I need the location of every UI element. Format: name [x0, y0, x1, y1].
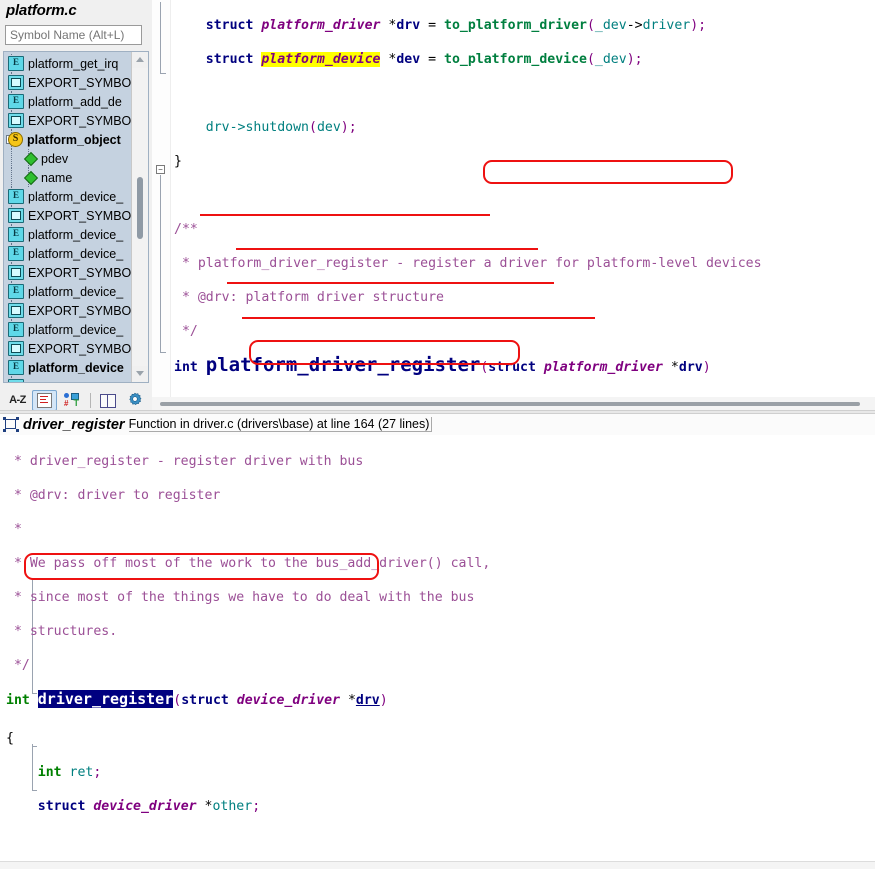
outline-list-button[interactable]: [32, 389, 57, 411]
editor-horizontal-scrollbar-upper[interactable]: [152, 397, 875, 410]
fold-bracket-2: [160, 175, 161, 353]
function-icon: E: [8, 322, 24, 337]
symbol-definition-icon: [3, 417, 19, 432]
symbol-kinds-icon: # T: [64, 393, 79, 408]
documentation-button[interactable]: [95, 390, 120, 411]
symbol-window-toolbar: A-Z # T: [0, 388, 157, 412]
tree-item[interactable]: EXPORT_SYMBO: [4, 339, 132, 358]
scroll-up-arrow-icon[interactable]: [132, 52, 148, 68]
scroll-down-arrow-icon[interactable]: [132, 366, 148, 382]
tree-item[interactable]: name: [4, 168, 132, 187]
tree-item-label: EXPORT_SYMBO: [28, 265, 132, 280]
tree-item[interactable]: EXPORT_SYMBO: [4, 263, 132, 282]
fold-bracket-foot-2: [160, 352, 166, 353]
tree-item-label: EXPORT_SYMBO: [28, 113, 132, 128]
sort-alphabetical-label: A-Z: [9, 394, 26, 406]
symbol-location-label: Function in driver.c (drivers\base) at l…: [128, 417, 433, 432]
tree-item[interactable]: Eplatform_device_: [4, 187, 132, 206]
toolbar-divider: [90, 392, 91, 408]
tree-item[interactable]: Eplatform_device_: [4, 244, 132, 263]
member-icon: [25, 172, 37, 184]
symbol-name-input[interactable]: [5, 25, 142, 45]
list-icon: [37, 392, 52, 408]
editor-gutter-upper: [152, 0, 171, 397]
tree-item-label: platform_device_: [28, 284, 124, 299]
function-icon: E: [8, 360, 24, 375]
tree-connector: [11, 168, 13, 187]
function-icon: E: [8, 227, 24, 242]
tree-item-label: EXPORT_SYMBO: [28, 303, 132, 318]
tree-item-label: pdev: [41, 151, 69, 166]
fold-toggle-function[interactable]: −: [156, 165, 165, 174]
function-icon: E: [8, 284, 24, 299]
export-symbol-icon: [8, 75, 24, 90]
member-icon: [25, 153, 37, 165]
code-text-lower: * driver_register - register driver with…: [6, 454, 491, 814]
tree-connector: [11, 149, 13, 168]
sort-alphabetical-button[interactable]: A-Z: [5, 390, 30, 411]
tree-item[interactable]: EXPORT_SYMBO: [4, 377, 132, 383]
symbol-info-bar: driver_register Function in driver.c (dr…: [0, 414, 875, 435]
function-icon: E: [8, 94, 24, 109]
function-icon: E: [8, 189, 24, 204]
tree-item-label: EXPORT_SYMBO: [28, 380, 131, 383]
top-pane: platform.c Eplatform_get_irq EXPORT_SYMBO…: [0, 0, 875, 412]
context-window-lower: driver_register Function in driver.c (dr…: [0, 414, 875, 869]
tree-item[interactable]: Eplatform_get_irq: [4, 54, 132, 73]
tree-item-label: platform_device_: [28, 189, 124, 204]
function-icon: E: [8, 56, 24, 71]
tree-item-label: name: [41, 170, 73, 185]
source-editor-lower[interactable]: * driver_register - register driver with…: [0, 435, 875, 865]
export-symbol-icon: [8, 303, 24, 318]
tree-item[interactable]: -Splatform_object: [4, 130, 132, 149]
tree-item[interactable]: Eplatform_add_de: [4, 92, 132, 111]
export-symbol-icon: [8, 341, 24, 356]
tree-item[interactable]: Eplatform_device_: [4, 225, 132, 244]
tree-item-label: EXPORT_SYMBO: [28, 75, 132, 90]
struct-icon: S: [8, 132, 23, 147]
book-icon: [99, 393, 116, 408]
gear-icon: [128, 392, 141, 405]
tree-item-label: platform_device: [28, 360, 124, 375]
symbol-tree-scrollbar[interactable]: [131, 52, 148, 382]
tree-item-label: platform_get_irq: [28, 56, 119, 71]
tree-item-label: platform_add_de: [28, 94, 122, 109]
fold-bracket-foot: [160, 73, 166, 74]
scrollbar-thumb-horizontal[interactable]: [160, 402, 860, 406]
export-symbol-icon: [8, 113, 24, 128]
fold-bracket: [160, 2, 161, 74]
symbol-kinds-button[interactable]: # T: [59, 390, 84, 411]
source-insight-window: platform.c Eplatform_get_irq EXPORT_SYMBO…: [0, 0, 875, 869]
tree-item[interactable]: Eplatform_device_: [4, 320, 132, 339]
settings-gear-button[interactable]: [122, 390, 147, 411]
code-text-upper: struct platform_driver *drv = to_platfor…: [174, 18, 762, 376]
tree-item-label: platform_device_: [28, 246, 124, 261]
symbol-window-sidebar: platform.c Eplatform_get_irq EXPORT_SYMBO…: [0, 0, 157, 412]
tree-item-label: platform_device_: [28, 322, 124, 337]
tree-item-label: EXPORT_SYMBO: [28, 208, 132, 223]
symbol-tree[interactable]: Eplatform_get_irq EXPORT_SYMBO Eplatform_a…: [3, 51, 149, 383]
scrollbar-thumb[interactable]: [137, 177, 143, 239]
tree-item[interactable]: EXPORT_SYMBO: [4, 73, 132, 92]
symbol-name-label: driver_register: [23, 416, 125, 433]
sidebar-file-title: platform.c: [6, 2, 77, 19]
export-symbol-icon: [8, 265, 24, 280]
tree-item[interactable]: EXPORT_SYMBO: [4, 206, 132, 225]
source-editor-upper[interactable]: − struct platform_driver *drv = to_platf…: [152, 0, 875, 397]
lower-pane-footer: [0, 861, 875, 869]
tree-item[interactable]: EXPORT_SYMBO: [4, 111, 132, 130]
tree-item[interactable]: Eplatform_device_: [4, 282, 132, 301]
tree-item[interactable]: Eplatform_device: [4, 358, 132, 377]
function-icon: E: [8, 246, 24, 261]
tree-item-label: platform_object: [27, 132, 121, 147]
tree-item-label: EXPORT_SYMBO: [28, 341, 132, 356]
tree-item-label: platform_device_: [28, 227, 124, 242]
tree-item[interactable]: pdev: [4, 149, 132, 168]
tree-item[interactable]: EXPORT_SYMBO: [4, 301, 132, 320]
export-symbol-icon: [8, 208, 24, 223]
export-symbol-icon: [8, 379, 24, 382]
